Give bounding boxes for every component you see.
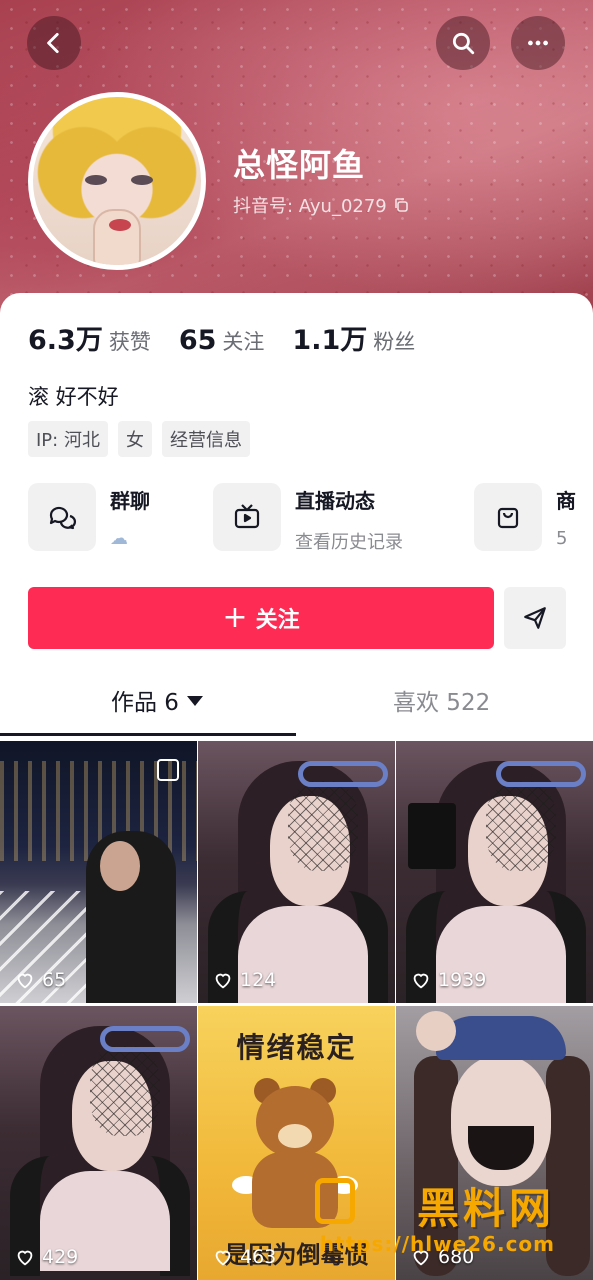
stat-followers[interactable]: 1.1万 粉丝 [292, 318, 415, 357]
image-set-icon [157, 759, 179, 781]
shopping-bag-icon [497, 507, 519, 529]
stat-following[interactable]: 65 关注 [179, 325, 265, 356]
video-likes: 1939 [410, 969, 486, 991]
video-thumbnail[interactable]: 429 [0, 1006, 197, 1280]
video-likes: 463 [212, 1246, 276, 1268]
stat-value: 6.3万 [28, 325, 103, 356]
bio: 滚 好不好 [28, 385, 119, 409]
share-button[interactable] [504, 587, 566, 649]
video-likes: 65 [14, 969, 66, 991]
stat-label: 关注 [222, 330, 265, 354]
tab-likes-label: 喜欢 522 [393, 690, 491, 716]
feature-subtitle: 5 [556, 528, 568, 549]
tag-ip: IP: 河北 [28, 421, 108, 457]
content-tabs: 作品 6 喜欢 522 [0, 683, 593, 739]
feature-title: 直播动态 [295, 489, 375, 513]
heart-icon [17, 1250, 33, 1266]
tags-row: IP: 河北 女 经营信息 [28, 421, 250, 457]
video-likes: 429 [14, 1246, 78, 1268]
video-likes: 124 [212, 969, 276, 991]
live-tv-icon [234, 504, 260, 529]
tab-likes[interactable]: 喜欢 522 [393, 683, 490, 717]
stats-row: 6.3万 获赞 65 关注 1.1万 粉丝 [28, 318, 415, 357]
tab-works[interactable]: 作品 6 [111, 683, 203, 717]
stat-likes[interactable]: 6.3万 获赞 [28, 318, 151, 357]
heart-icon [215, 1250, 231, 1266]
watermark-title: 黑料网 [416, 1184, 555, 1233]
back-button[interactable] [27, 16, 81, 70]
heart-icon [215, 973, 231, 989]
feature-live-history[interactable]: 直播动态 查看历史记录 [213, 483, 403, 554]
plus-icon: + [222, 600, 248, 635]
chevron-left-icon [47, 32, 59, 54]
more-button[interactable] [511, 16, 565, 70]
feature-shop[interactable]: 商 5 [474, 483, 576, 551]
feature-group-chat[interactable]: 群聊 ☁ [28, 483, 150, 551]
group-chat-icon [49, 506, 77, 530]
stat-label: 粉丝 [373, 330, 416, 354]
feature-subtitle: 查看历史记录 [295, 532, 403, 553]
watermark-url: https://hlwe26.com [319, 1232, 555, 1256]
more-horizontal-icon [528, 40, 548, 46]
douyin-id-text: 抖音号: Ayu_0279 [233, 196, 387, 217]
douyin-id[interactable]: 抖音号: Ayu_0279 [233, 192, 409, 218]
nickname: 总怪阿鱼 [233, 146, 366, 184]
video-thumbnail[interactable]: 65 [0, 741, 197, 1003]
heart-icon [413, 973, 429, 989]
active-tab-indicator [0, 733, 296, 736]
feature-title: 商 [556, 489, 576, 513]
video-headline: 情绪稳定 [236, 1031, 357, 1064]
profile-banner: 总怪阿鱼 抖音号: Ayu_0279 [0, 0, 593, 330]
video-thumbnail[interactable]: 1939 [396, 741, 593, 1003]
follow-button[interactable]: + 关注 [28, 587, 494, 649]
stat-label: 获赞 [108, 330, 151, 354]
profile-card: 6.3万 获赞 65 关注 1.1万 粉丝 滚 好不好 IP: 河北 女 经营信… [0, 293, 593, 743]
tag-business-info[interactable]: 经营信息 [161, 421, 250, 457]
feature-title: 群聊 [110, 489, 150, 513]
video-thumbnail[interactable]: 124 [198, 741, 395, 1003]
search-icon [452, 32, 475, 55]
tab-works-label: 作品 6 [111, 690, 179, 716]
watermark: 黑料网 https://hlwe26.com [320, 1175, 555, 1256]
stat-value: 65 [178, 325, 217, 356]
weather-cloud-icon: ☁ [110, 528, 128, 549]
follow-label: 关注 [255, 608, 300, 633]
stat-value: 1.1万 [292, 325, 368, 356]
tag-gender: 女 [117, 421, 152, 457]
send-icon [524, 607, 546, 629]
search-button[interactable] [436, 16, 490, 70]
copy-icon[interactable] [393, 197, 409, 213]
heart-icon [17, 973, 33, 989]
avatar[interactable] [28, 92, 206, 270]
caret-down-icon [186, 696, 203, 706]
